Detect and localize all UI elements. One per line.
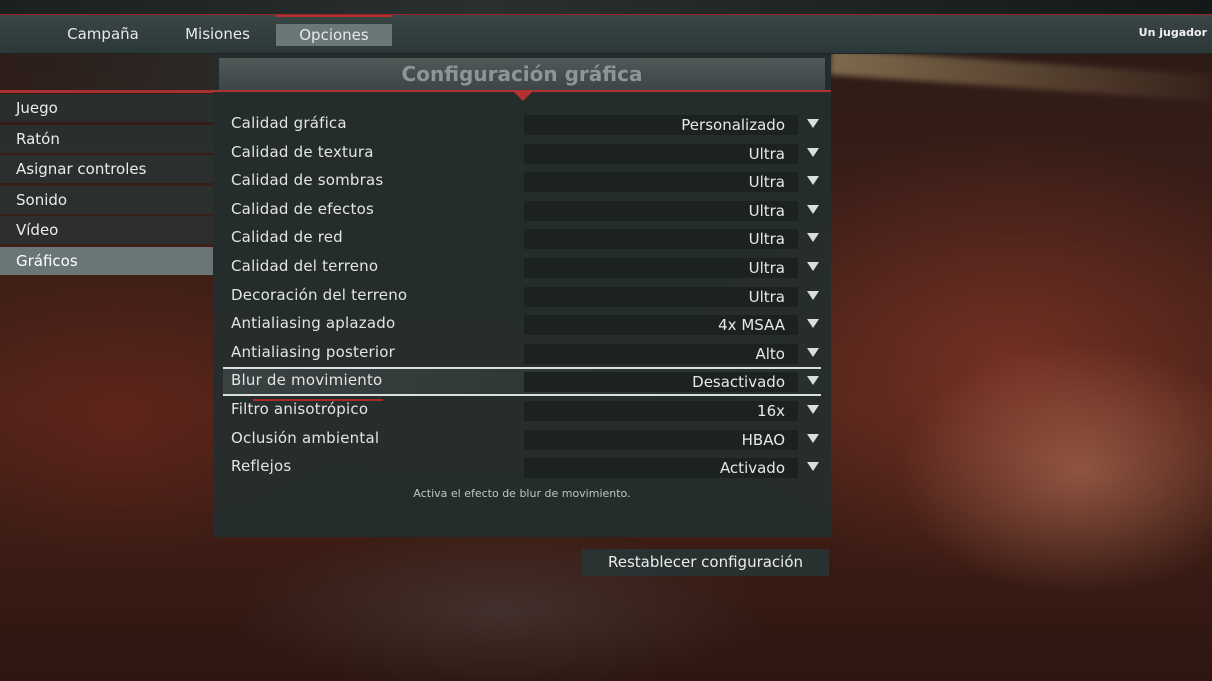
top-strip	[0, 0, 1212, 15]
setting-description: Activa el efecto de blur de movimiento.	[413, 487, 631, 500]
setting-value: Ultra	[748, 201, 785, 220]
dropdown-arrow-icon[interactable]	[807, 347, 819, 357]
setting-row-oclusion-ambiental[interactable]: Oclusión ambiental HBAO	[223, 425, 821, 454]
dropdown-arrow-icon[interactable]	[807, 261, 819, 271]
dropdown-arrow-icon[interactable]	[807, 147, 819, 157]
dropdown-arrow-icon[interactable]	[807, 204, 819, 214]
setting-value: Ultra	[748, 287, 785, 306]
panel-title: Configuración gráfica	[219, 58, 825, 90]
setting-row-decoracion-terreno[interactable]: Decoración del terreno Ultra	[223, 282, 821, 311]
sidebar-item-asignar-controles[interactable]: Asignar controles	[0, 155, 213, 183]
setting-value: Activado	[719, 459, 785, 478]
options-sidebar: Juego Ratón Asignar controles Sonido Víd…	[0, 94, 213, 277]
setting-value: HBAO	[741, 430, 785, 449]
setting-label: Calidad de efectos	[231, 199, 374, 218]
setting-dropdown[interactable]: Ultra	[524, 286, 819, 307]
graphics-settings-panel: Configuración gráfica Calidad gráfica Pe…	[213, 54, 831, 537]
setting-value: Ultra	[748, 258, 785, 277]
sidebar-item-raton[interactable]: Ratón	[0, 124, 213, 153]
setting-row-calidad-textura[interactable]: Calidad de textura Ultra	[223, 139, 821, 168]
setting-value: Desactivado	[692, 373, 785, 392]
setting-row-antialiasing-posterior[interactable]: Antialiasing posterior Alto	[223, 339, 821, 368]
sidebar-item-video[interactable]: Vídeo	[0, 216, 213, 244]
setting-label: Antialiasing posterior	[231, 342, 396, 361]
setting-label: Antialiasing aplazado	[231, 314, 396, 333]
background-stripe	[829, 48, 1212, 102]
dropdown-arrow-icon[interactable]	[807, 319, 819, 329]
dropdown-arrow-icon[interactable]	[807, 462, 819, 472]
setting-value: Personalizado	[681, 116, 785, 134]
setting-row-calidad-sombras[interactable]: Calidad de sombras Ultra	[223, 167, 821, 196]
setting-row-filtro-anisotropico[interactable]: Filtro anisotrópico 16x	[223, 396, 821, 425]
player-mode-label: Un jugador	[1138, 26, 1207, 39]
setting-dropdown[interactable]: Activado	[524, 458, 819, 479]
dropdown-arrow-icon[interactable]	[807, 290, 819, 300]
tab-campana[interactable]: Campaña	[46, 23, 160, 47]
setting-dropdown[interactable]: Ultra	[524, 229, 819, 250]
setting-row-calidad-efectos[interactable]: Calidad de efectos Ultra	[223, 196, 821, 225]
setting-dropdown[interactable]: Ultra	[524, 143, 819, 164]
header-pointer-icon	[514, 92, 532, 101]
setting-dropdown[interactable]: HBAO	[524, 429, 819, 450]
setting-label: Calidad de red	[231, 228, 343, 247]
setting-label: Decoración del terreno	[231, 285, 408, 304]
setting-value: Ultra	[748, 144, 785, 163]
top-nav-bar: Campaña Misiones Opciones Un jugador	[0, 15, 1212, 54]
setting-value: 4x MSAA	[718, 316, 785, 335]
setting-value: Ultra	[748, 230, 785, 249]
setting-label: Calidad gráfica	[231, 114, 347, 132]
setting-row-blur-movimiento[interactable]: Blur de movimiento Desactivado	[223, 367, 821, 401]
setting-label: Blur de movimiento	[231, 371, 383, 390]
setting-label: Calidad de sombras	[231, 171, 384, 190]
setting-label: Calidad del terreno	[231, 256, 379, 275]
setting-dropdown[interactable]: Desactivado	[524, 372, 819, 393]
reset-settings-button[interactable]: Restablecer configuración	[582, 549, 829, 576]
setting-value: 16x	[757, 401, 785, 420]
setting-row-calidad-terreno[interactable]: Calidad del terreno Ultra	[223, 253, 821, 282]
setting-row-reflejos[interactable]: Reflejos Activado	[223, 453, 821, 482]
dropdown-arrow-icon[interactable]	[807, 233, 819, 243]
dropdown-arrow-icon[interactable]	[807, 433, 819, 443]
setting-value: Ultra	[748, 173, 785, 192]
tab-opciones[interactable]: Opciones	[276, 15, 392, 46]
setting-dropdown[interactable]: Ultra	[524, 172, 819, 193]
setting-row-calidad-grafica[interactable]: Calidad gráfica Personalizado	[223, 110, 821, 139]
dropdown-arrow-icon[interactable]	[807, 404, 819, 414]
dropdown-arrow-icon[interactable]	[807, 119, 819, 128]
setting-dropdown[interactable]: Personalizado	[524, 115, 819, 135]
setting-value: Alto	[755, 344, 786, 363]
sidebar-item-graficos[interactable]: Gráficos	[0, 246, 213, 275]
setting-label: Oclusión ambiental	[231, 428, 380, 447]
sidebar-item-sonido[interactable]: Sonido	[0, 185, 213, 214]
settings-list: Calidad gráfica Personalizado Calidad de…	[223, 110, 821, 482]
dropdown-arrow-icon[interactable]	[807, 376, 819, 386]
setting-dropdown[interactable]: Ultra	[524, 200, 819, 221]
tab-misiones[interactable]: Misiones	[161, 23, 274, 47]
setting-label: Calidad de textura	[231, 142, 374, 161]
setting-row-calidad-red[interactable]: Calidad de red Ultra	[223, 224, 821, 253]
setting-dropdown[interactable]: Ultra	[524, 257, 819, 278]
sidebar-header	[0, 54, 213, 93]
sidebar-item-juego[interactable]: Juego	[0, 94, 213, 122]
setting-row-antialiasing-aplazado[interactable]: Antialiasing aplazado 4x MSAA	[223, 310, 821, 339]
dropdown-arrow-icon[interactable]	[807, 176, 819, 186]
setting-label: Filtro anisotrópico	[231, 399, 369, 418]
setting-dropdown[interactable]: 16x	[524, 400, 819, 421]
setting-dropdown[interactable]: Alto	[524, 343, 819, 364]
setting-dropdown[interactable]: 4x MSAA	[524, 315, 819, 336]
setting-label: Reflejos	[231, 457, 292, 476]
